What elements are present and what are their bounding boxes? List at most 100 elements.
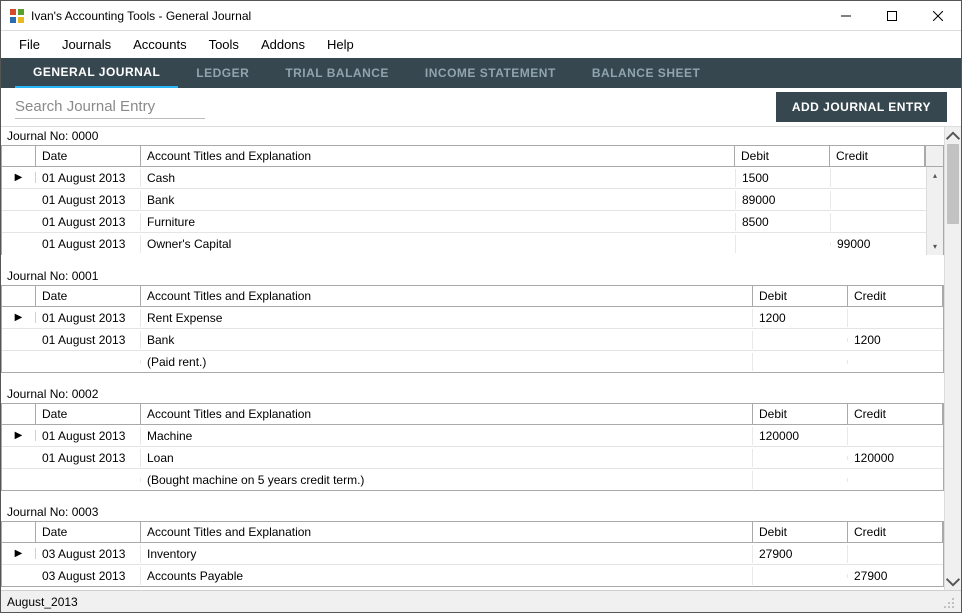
col-date[interactable]: Date [36,286,141,306]
col-account[interactable]: Account Titles and Explanation [141,286,753,306]
cell-credit[interactable] [848,478,943,482]
cell-date[interactable]: 01 August 2013 [36,191,141,209]
table-row[interactable]: ▶01 August 2013Rent Expense1200 [2,307,943,329]
cell-credit[interactable] [831,176,926,180]
cell-account[interactable]: Inventory [141,545,753,563]
col-debit[interactable]: Debit [735,146,830,166]
tab-ledger[interactable]: LEDGER [178,58,267,88]
col-credit[interactable]: Credit [848,522,943,542]
cell-date[interactable]: 03 August 2013 [36,567,141,585]
cell-account[interactable]: Machine [141,427,753,445]
cell-date[interactable]: 01 August 2013 [36,331,141,349]
cell-debit[interactable] [753,456,848,460]
cell-debit[interactable]: 1200 [753,309,848,327]
vertical-scrollbar[interactable] [944,127,961,590]
cell-debit[interactable] [753,338,848,342]
cell-date[interactable]: 01 August 2013 [36,213,141,231]
menu-item-journals[interactable]: Journals [52,34,121,55]
cell-credit[interactable]: 1200 [848,331,943,349]
col-credit[interactable]: Credit [830,146,925,166]
tab-balance-sheet[interactable]: BALANCE SHEET [574,58,719,88]
cell-date[interactable]: 01 August 2013 [36,427,141,445]
menu-item-addons[interactable]: Addons [251,34,315,55]
maximize-button[interactable] [869,1,915,30]
scroll-up-arrow-icon[interactable]: ▴ [927,167,943,184]
scroll-down-arrow-icon[interactable] [945,573,961,590]
cell-date[interactable]: 01 August 2013 [36,309,141,327]
cell-credit[interactable] [848,360,943,364]
tab-income-statement[interactable]: INCOME STATEMENT [407,58,574,88]
cell-account[interactable]: Owner's Capital [141,235,736,253]
cell-account[interactable]: Loan [141,449,753,467]
table-row[interactable]: 01 August 2013Bank 1200 [2,329,943,351]
col-account[interactable]: Account Titles and Explanation [141,146,735,166]
cell-debit[interactable]: 120000 [753,427,848,445]
cell-account[interactable]: (Bought machine on 5 years credit term.) [141,471,753,489]
search-input[interactable] [15,95,205,119]
scroll-up-arrow-icon[interactable] [945,127,961,144]
col-date[interactable]: Date [36,404,141,424]
menu-item-accounts[interactable]: Accounts [123,34,196,55]
cell-debit[interactable]: 8500 [736,213,831,231]
col-credit[interactable]: Credit [848,404,943,424]
cell-account[interactable]: (Paid rent.) [141,353,753,371]
cell-date[interactable] [36,478,141,482]
cell-credit[interactable] [848,552,943,556]
cell-account[interactable]: Furniture [141,213,736,231]
col-credit[interactable]: Credit [848,286,943,306]
col-debit[interactable]: Debit [753,404,848,424]
cell-debit[interactable] [753,574,848,578]
cell-credit[interactable]: 27900 [848,567,943,585]
scroll-thumb[interactable] [947,144,959,224]
cell-credit[interactable]: 120000 [848,449,943,467]
col-account[interactable]: Account Titles and Explanation [141,522,753,542]
tab-general-journal[interactable]: GENERAL JOURNAL [15,58,178,88]
table-row[interactable]: 01 August 2013Bank89000 [2,189,926,211]
cell-date[interactable] [36,360,141,364]
grid-inner-scrollbar[interactable]: ▴▾ [926,167,943,255]
col-debit[interactable]: Debit [753,286,848,306]
cell-credit[interactable] [831,198,926,202]
cell-date[interactable]: 01 August 2013 [36,449,141,467]
cell-account[interactable]: Cash [141,169,736,187]
cell-debit[interactable]: 27900 [753,545,848,563]
cell-credit[interactable] [848,316,943,320]
cell-debit[interactable] [753,478,848,482]
table-row[interactable]: (Paid rent.) [2,351,943,373]
menu-item-tools[interactable]: Tools [199,34,249,55]
cell-debit[interactable] [736,242,831,246]
cell-credit[interactable] [831,220,926,224]
cell-credit[interactable] [848,434,943,438]
minimize-button[interactable] [823,1,869,30]
table-row[interactable]: 03 August 2013Accounts Payable 27900 [2,565,943,587]
cell-account[interactable]: Rent Expense [141,309,753,327]
cell-date[interactable]: 03 August 2013 [36,545,141,563]
tab-trial-balance[interactable]: TRIAL BALANCE [267,58,407,88]
scroll-track[interactable] [945,144,961,573]
col-account[interactable]: Account Titles and Explanation [141,404,753,424]
table-row[interactable]: 01 August 2013Furniture8500 [2,211,926,233]
table-row[interactable]: 01 August 2013Owner's Capital 99000 [2,233,926,255]
col-debit[interactable]: Debit [753,522,848,542]
cell-account[interactable]: Accounts Payable [141,567,753,585]
scroll-down-arrow-icon[interactable]: ▾ [927,238,943,255]
cell-debit[interactable]: 89000 [736,191,831,209]
resize-grip-icon[interactable] [941,595,955,609]
table-row[interactable]: ▶01 August 2013Machine120000 [2,425,943,447]
cell-account[interactable]: Bank [141,191,736,209]
menu-item-file[interactable]: File [9,34,50,55]
cell-account[interactable]: Bank [141,331,753,349]
cell-date[interactable]: 01 August 2013 [36,169,141,187]
menu-item-help[interactable]: Help [317,34,364,55]
add-journal-entry-button[interactable]: ADD JOURNAL ENTRY [776,92,947,122]
table-row[interactable]: ▶01 August 2013Cash1500 [2,167,926,189]
close-button[interactable] [915,1,961,30]
cell-credit[interactable]: 99000 [831,235,926,253]
col-date[interactable]: Date [36,146,141,166]
cell-debit[interactable] [753,360,848,364]
cell-debit[interactable]: 1500 [736,169,831,187]
table-row[interactable]: (Bought machine on 5 years credit term.) [2,469,943,491]
table-row[interactable]: 01 August 2013Loan 120000 [2,447,943,469]
table-row[interactable]: ▶03 August 2013Inventory27900 [2,543,943,565]
cell-date[interactable]: 01 August 2013 [36,235,141,253]
